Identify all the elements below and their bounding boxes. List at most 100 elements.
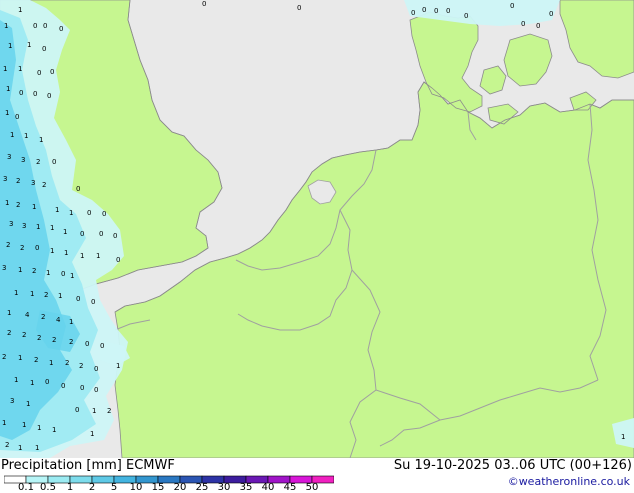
color-scale-tick: 35 xyxy=(239,482,253,493)
precip-value-label: 0 xyxy=(87,209,91,217)
precip-value-label: 1 xyxy=(39,136,43,144)
precip-value-label: 0 xyxy=(411,9,415,17)
color-scale-legend: 0.1 0.5 1 2 5 10 15 20 25 30 35 40 45 50 xyxy=(3,474,335,493)
precip-value-label: 1 xyxy=(3,65,7,73)
precip-value-label: 1 xyxy=(90,430,94,438)
map-title: Precipitation [mm] ECMWF xyxy=(1,458,175,473)
precip-value-label: 0 xyxy=(33,90,37,98)
precip-value-label: 2 xyxy=(20,244,24,252)
precip-value-label: 1 xyxy=(46,269,50,277)
precip-value-label: 0 xyxy=(45,378,49,386)
precip-value-label: 3 xyxy=(31,179,35,187)
precip-value-label: 1 xyxy=(50,247,54,255)
precip-value-label: 1 xyxy=(26,400,30,408)
precip-value-label: 1 xyxy=(5,109,9,117)
precip-value-label: 1 xyxy=(24,132,28,140)
precip-value-label: 2 xyxy=(36,158,40,166)
precip-value-label: 3 xyxy=(10,397,14,405)
precip-value-label: 1 xyxy=(96,252,100,260)
precip-value-label: 0 xyxy=(35,244,39,252)
precip-value-label: 1 xyxy=(70,272,74,280)
precip-value-label: 1 xyxy=(5,199,9,207)
precip-value-label: 0 xyxy=(116,256,120,264)
precip-value-label: 0 xyxy=(61,270,65,278)
precip-value-label: 1 xyxy=(22,421,26,429)
precip-value-label: 0 xyxy=(33,22,37,30)
precip-value-label: 2 xyxy=(2,353,6,361)
precip-value-label: 2 xyxy=(65,359,69,367)
site-credit[interactable]: ©weatheronline.co.uk xyxy=(508,475,630,488)
precip-value-label: 0 xyxy=(446,7,450,15)
precip-value-label: 1 xyxy=(18,6,22,14)
color-scale-tick: 5 xyxy=(110,482,118,493)
precip-value-label: 1 xyxy=(2,419,6,427)
precip-value-label: 1 xyxy=(14,289,18,297)
precip-value-label: 0 xyxy=(99,230,103,238)
color-scale-tick: 10 xyxy=(129,482,143,493)
precip-value-label: 0 xyxy=(113,232,117,240)
precip-value-label: 2 xyxy=(41,313,45,321)
precip-value-label: 2 xyxy=(34,356,38,364)
precip-value-label: 2 xyxy=(16,177,20,185)
precip-value-label: 1 xyxy=(18,444,22,452)
precip-value-label: 0 xyxy=(510,2,514,10)
precip-value-label: 2 xyxy=(7,329,11,337)
precip-value-label: 1 xyxy=(52,426,56,434)
precip-value-label: 3 xyxy=(2,264,6,272)
color-scale-tick: 25 xyxy=(195,482,209,493)
precip-value-label: 1 xyxy=(4,22,8,30)
map-canvas: 10 0 01000 0 0 0000 001 1 01 1 0 01 0 0 01 01 1 13 3 2 03 2 3 2… xyxy=(0,0,634,459)
precip-value-label: 4 xyxy=(25,311,30,319)
precip-value-label: 0 xyxy=(47,92,51,100)
color-scale-tick: 1 xyxy=(66,482,74,493)
precip-value-label: 0 xyxy=(80,230,84,238)
precip-value-label: 1 xyxy=(63,228,67,236)
precip-value-label: 1 xyxy=(14,376,18,384)
precip-value-label: 3 xyxy=(21,156,25,164)
precip-value-label: 2 xyxy=(32,267,36,275)
precip-value-label: 0 xyxy=(59,25,63,33)
precip-value-label: 0 xyxy=(91,298,95,306)
precip-value-label: 0 xyxy=(75,406,79,414)
precip-value-label: 0 xyxy=(422,6,426,14)
color-scale-tick: 15 xyxy=(151,482,165,493)
precip-value-label: 2 xyxy=(16,201,20,209)
precip-value-label: 1 xyxy=(32,203,36,211)
precip-value-label: 0 xyxy=(15,113,19,121)
color-scale-tick: 2 xyxy=(88,482,96,493)
precip-value-label: 1 xyxy=(36,223,40,231)
precip-value-label: 3 xyxy=(3,175,7,183)
precip-value-label: 1 xyxy=(116,362,120,370)
precip-value-label: 1 xyxy=(50,224,54,232)
precip-value-label: 1 xyxy=(92,407,96,415)
precip-value-label: 0 xyxy=(61,382,65,390)
precip-value-label: 2 xyxy=(5,441,9,449)
precip-value-label: 1 xyxy=(30,379,34,387)
precip-value-label: 0 xyxy=(521,20,525,28)
precip-value-label: 0 xyxy=(297,4,301,12)
precip-value-label: 2 xyxy=(69,338,73,346)
precip-value-label: 1 xyxy=(64,249,68,257)
precip-value-label: 1 xyxy=(58,292,62,300)
color-scale-tick: 40 xyxy=(261,482,275,493)
precip-value-label: 1 xyxy=(69,209,73,217)
precip-value-label: 1 xyxy=(18,354,22,362)
precip-value-label: 1 xyxy=(49,359,53,367)
precip-value-label: 1 xyxy=(55,206,59,214)
precip-value-label: 1 xyxy=(8,42,12,50)
precip-value-label: 0 xyxy=(42,45,46,53)
precip-value-label: 0 xyxy=(100,342,104,350)
precip-value-label: 0 xyxy=(102,210,106,218)
precip-value-label: 0 xyxy=(434,7,438,15)
precip-value-label: 1 xyxy=(7,309,11,317)
precip-value-label: 0 xyxy=(94,386,98,394)
precip-value-label: 2 xyxy=(107,407,111,415)
precip-value-label: 1 xyxy=(6,85,10,93)
precip-value-label: 4 xyxy=(56,316,61,324)
precip-value-label: 3 xyxy=(22,222,26,230)
precip-value-label: 0 xyxy=(52,158,56,166)
precip-value-label: 0 xyxy=(19,89,23,97)
precip-value-label: 2 xyxy=(37,334,41,342)
precip-value-label: 2 xyxy=(44,291,48,299)
precip-value-label: 3 xyxy=(9,220,13,228)
